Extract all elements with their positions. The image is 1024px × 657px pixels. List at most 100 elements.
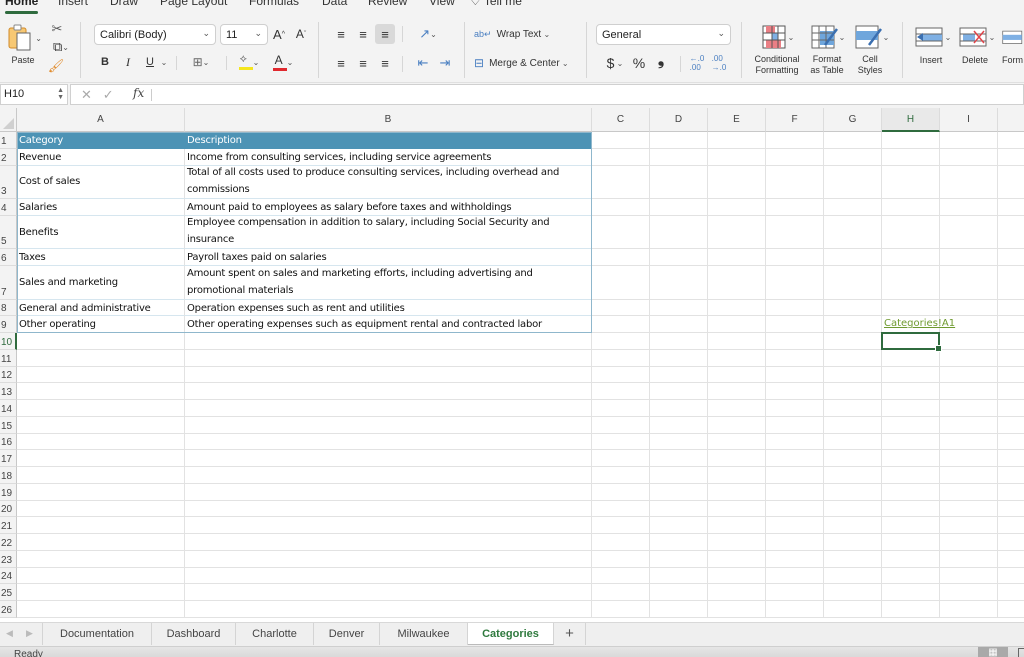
cell-filler[interactable] [998, 450, 1024, 467]
cell-i25[interactable] [940, 584, 998, 601]
cell-d5[interactable] [650, 215, 708, 250]
active-cell-h10[interactable] [881, 332, 942, 352]
conditional-formatting-button[interactable]: ⌄ [758, 24, 798, 50]
cell-f7[interactable] [766, 266, 824, 300]
cell-a17[interactable] [17, 450, 185, 467]
cell-c13[interactable] [592, 383, 650, 400]
cell-b4[interactable]: Amount paid to employees as salary befor… [185, 199, 592, 216]
cell-b17[interactable] [185, 450, 592, 467]
cell-i14[interactable] [940, 400, 998, 417]
cell-g15[interactable] [824, 416, 882, 434]
insert-function-icon[interactable]: fx [133, 86, 144, 100]
underline-chevron-icon[interactable]: ⌄ [159, 56, 169, 68]
cell-f16[interactable] [766, 433, 824, 451]
cell-c5[interactable] [592, 215, 650, 250]
cell-g2[interactable] [824, 148, 882, 166]
cell-b22[interactable] [185, 534, 592, 551]
cell-h17[interactable] [882, 450, 940, 467]
cell-h7[interactable] [882, 266, 940, 300]
tab-formulas[interactable]: Formulas [247, 0, 301, 8]
cell-d17[interactable] [650, 450, 708, 467]
cell-c7[interactable] [592, 266, 650, 300]
tab-review[interactable]: Review [366, 0, 409, 8]
cell-h22[interactable] [882, 534, 940, 551]
cell-i2[interactable] [940, 148, 998, 166]
cell-b18[interactable] [185, 467, 592, 484]
cell-i22[interactable] [940, 534, 998, 551]
cell-c25[interactable] [592, 584, 650, 601]
cell-a2[interactable]: Revenue [17, 148, 185, 166]
cell-b3[interactable]: Total of all costs used to produce consu… [185, 165, 592, 199]
cell-a6[interactable]: Taxes [17, 249, 185, 266]
row-header-3[interactable]: 3 [0, 165, 17, 199]
next-sheet-icon[interactable]: ▶ [26, 628, 33, 639]
cell-h4[interactable] [882, 199, 940, 216]
cell-i4[interactable] [940, 199, 998, 216]
cell-filler[interactable] [998, 517, 1024, 534]
column-header-h[interactable]: H [882, 108, 940, 132]
cell-g19[interactable] [824, 483, 882, 501]
column-header-a[interactable]: A [17, 108, 185, 132]
cell-filler[interactable] [998, 149, 1024, 166]
cell-c26[interactable] [592, 601, 650, 618]
cell-h8[interactable] [882, 299, 940, 317]
underline-button[interactable]: U [144, 54, 156, 70]
cell-d14[interactable] [650, 400, 708, 417]
cell-g9[interactable] [824, 316, 882, 333]
cell-e12[interactable] [708, 366, 766, 384]
cell-a9[interactable]: Other operating [17, 316, 185, 333]
cell-e4[interactable] [708, 199, 766, 216]
cell-d18[interactable] [650, 467, 708, 484]
cell-c15[interactable] [592, 416, 650, 434]
cell-b2[interactable]: Income from consulting services, includi… [185, 148, 592, 166]
tab-data[interactable]: Data [320, 0, 349, 8]
cell-f9[interactable] [766, 316, 824, 333]
cell-filler[interactable] [998, 467, 1024, 484]
cell-d13[interactable] [650, 383, 708, 400]
cell-a18[interactable] [17, 467, 185, 484]
cell-d11[interactable] [650, 349, 708, 367]
cell-filler[interactable] [998, 249, 1024, 266]
paste-button[interactable]: ⌄ [4, 22, 42, 54]
column-header-c[interactable]: C [592, 108, 650, 132]
cell-filler[interactable] [998, 417, 1024, 434]
cell-a14[interactable] [17, 400, 185, 417]
cell-c23[interactable] [592, 550, 650, 568]
cell-filler[interactable] [998, 434, 1024, 451]
cell-c3[interactable] [592, 165, 650, 199]
cell-g1[interactable] [824, 132, 882, 149]
cell-a24[interactable] [17, 567, 185, 585]
cell-a13[interactable] [17, 383, 185, 400]
column-header-b[interactable]: B [185, 108, 592, 132]
cell-e22[interactable] [708, 534, 766, 551]
cell-i21[interactable] [940, 517, 998, 534]
row-header-6[interactable]: 6 [0, 249, 17, 266]
row-header-17[interactable]: 17 [0, 450, 17, 467]
cell-filler[interactable] [998, 601, 1024, 618]
cell-c22[interactable] [592, 534, 650, 551]
cell-filler[interactable] [998, 501, 1024, 518]
font-color-button[interactable]: A ⌄ [268, 52, 298, 72]
tab-insert[interactable]: Insert [56, 0, 90, 8]
cell-d3[interactable] [650, 165, 708, 199]
row-header-16[interactable]: 16 [0, 433, 17, 451]
cell-i16[interactable] [940, 433, 998, 451]
row-header-9[interactable]: 9 [0, 316, 17, 333]
cell-h15[interactable] [882, 416, 940, 434]
cell-h23[interactable] [882, 550, 940, 568]
cell-d1[interactable] [650, 132, 708, 149]
cell-b13[interactable] [185, 383, 592, 400]
cell-g12[interactable] [824, 366, 882, 384]
cell-filler[interactable] [998, 534, 1024, 551]
cell-a23[interactable] [17, 550, 185, 568]
cell-i3[interactable] [940, 165, 998, 199]
column-header-i[interactable]: I [940, 108, 998, 132]
cell-b9[interactable]: Other operating expenses such as equipme… [185, 316, 592, 333]
cell-filler[interactable] [998, 166, 1024, 199]
cell-e23[interactable] [708, 550, 766, 568]
cell-d16[interactable] [650, 433, 708, 451]
cell-e7[interactable] [708, 266, 766, 300]
cell-d10[interactable] [650, 333, 708, 350]
cell-g24[interactable] [824, 567, 882, 585]
cell-filler[interactable] [998, 316, 1024, 333]
